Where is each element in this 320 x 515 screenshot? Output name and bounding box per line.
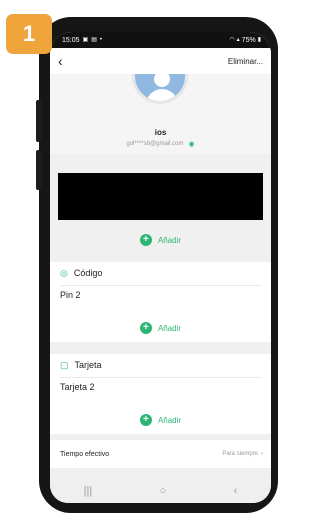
gallery-icon: ▤ <box>91 37 97 43</box>
eye-icon[interactable]: ◉ <box>189 140 195 148</box>
power-button <box>36 150 42 190</box>
step-badge-number: 1 <box>22 21 36 46</box>
code-section: ◎ Código Pin 2 + Añadir <box>50 262 271 342</box>
add-code-label: Añadir <box>157 323 182 333</box>
battery-level: 75% <box>241 36 256 44</box>
plus-icon: + <box>139 234 152 246</box>
top-bar: ‹ Eliminar... <box>50 48 271 74</box>
chevron-right-icon: › <box>261 451 263 457</box>
add-card-label: Añadir <box>157 415 182 425</box>
delete-button[interactable]: Eliminar... <box>228 57 263 66</box>
avatar-head <box>154 74 170 87</box>
recent-apps-icon[interactable]: ||| <box>84 485 93 497</box>
android-nav-bar: ||| ○ ‹ <box>50 479 271 503</box>
user-email: gol****sb@gmail.com <box>126 141 184 147</box>
plus-icon: + <box>139 414 152 426</box>
effective-time-value: Para siempre <box>222 451 258 457</box>
divider <box>60 285 261 286</box>
card-section-title: ▢ Tarjeta <box>60 354 102 376</box>
key-icon: ◎ <box>60 267 68 278</box>
step-badge: 1 <box>6 14 52 54</box>
code-section-title: ◎ Código <box>60 262 102 284</box>
user-name: ios <box>154 128 167 137</box>
add-code-button[interactable]: + Añadir <box>50 318 271 338</box>
avatar-circle <box>132 74 188 104</box>
home-icon[interactable]: ○ <box>160 485 167 497</box>
add-button-top[interactable]: + Añadir <box>50 230 271 250</box>
add-card-button[interactable]: + Añadir <box>50 410 271 430</box>
divider <box>60 377 261 378</box>
add-label-top: Añadir <box>157 235 182 245</box>
chevron-left-icon[interactable]: ‹ <box>58 54 63 68</box>
effective-time-row[interactable]: Tiempo efectivo Para siempre › <box>50 440 271 468</box>
plus-icon: + <box>139 322 152 334</box>
dot-icon: • <box>99 37 102 43</box>
avatar <box>132 74 188 104</box>
effective-time-label: Tiempo efectivo <box>60 450 110 458</box>
avatar-body <box>146 89 178 101</box>
user-email-row: gol****sb@gmail.com ◉ <box>50 140 271 148</box>
effective-time-value-wrap: Para siempre › <box>222 451 263 457</box>
volume-button <box>36 100 42 142</box>
status-time: 15:05 <box>62 36 80 44</box>
status-bar: 15:05 ▣ ▤ • ◠ ▴ 75% ▮ <box>50 32 271 48</box>
battery-icon: ▮ <box>257 37 261 43</box>
card-item[interactable]: Tarjeta 2 <box>60 382 95 392</box>
notification-icon: ▣ <box>82 37 89 43</box>
card-title-label: Tarjeta <box>74 360 102 370</box>
signal-icon: ▴ <box>236 37 240 43</box>
redacted-block <box>58 173 263 220</box>
code-item[interactable]: Pin 2 <box>60 290 81 300</box>
card-section: ▢ Tarjeta Tarjeta 2 + Añadir <box>50 354 271 434</box>
phone-screen: 15:05 ▣ ▤ • ◠ ▴ 75% ▮ ‹ Eliminar... ios … <box>50 32 271 503</box>
code-title-label: Código <box>73 268 103 278</box>
card-icon: ▢ <box>60 359 69 370</box>
wifi-icon: ◠ <box>229 37 235 43</box>
back-nav-icon[interactable]: ‹ <box>234 485 238 497</box>
